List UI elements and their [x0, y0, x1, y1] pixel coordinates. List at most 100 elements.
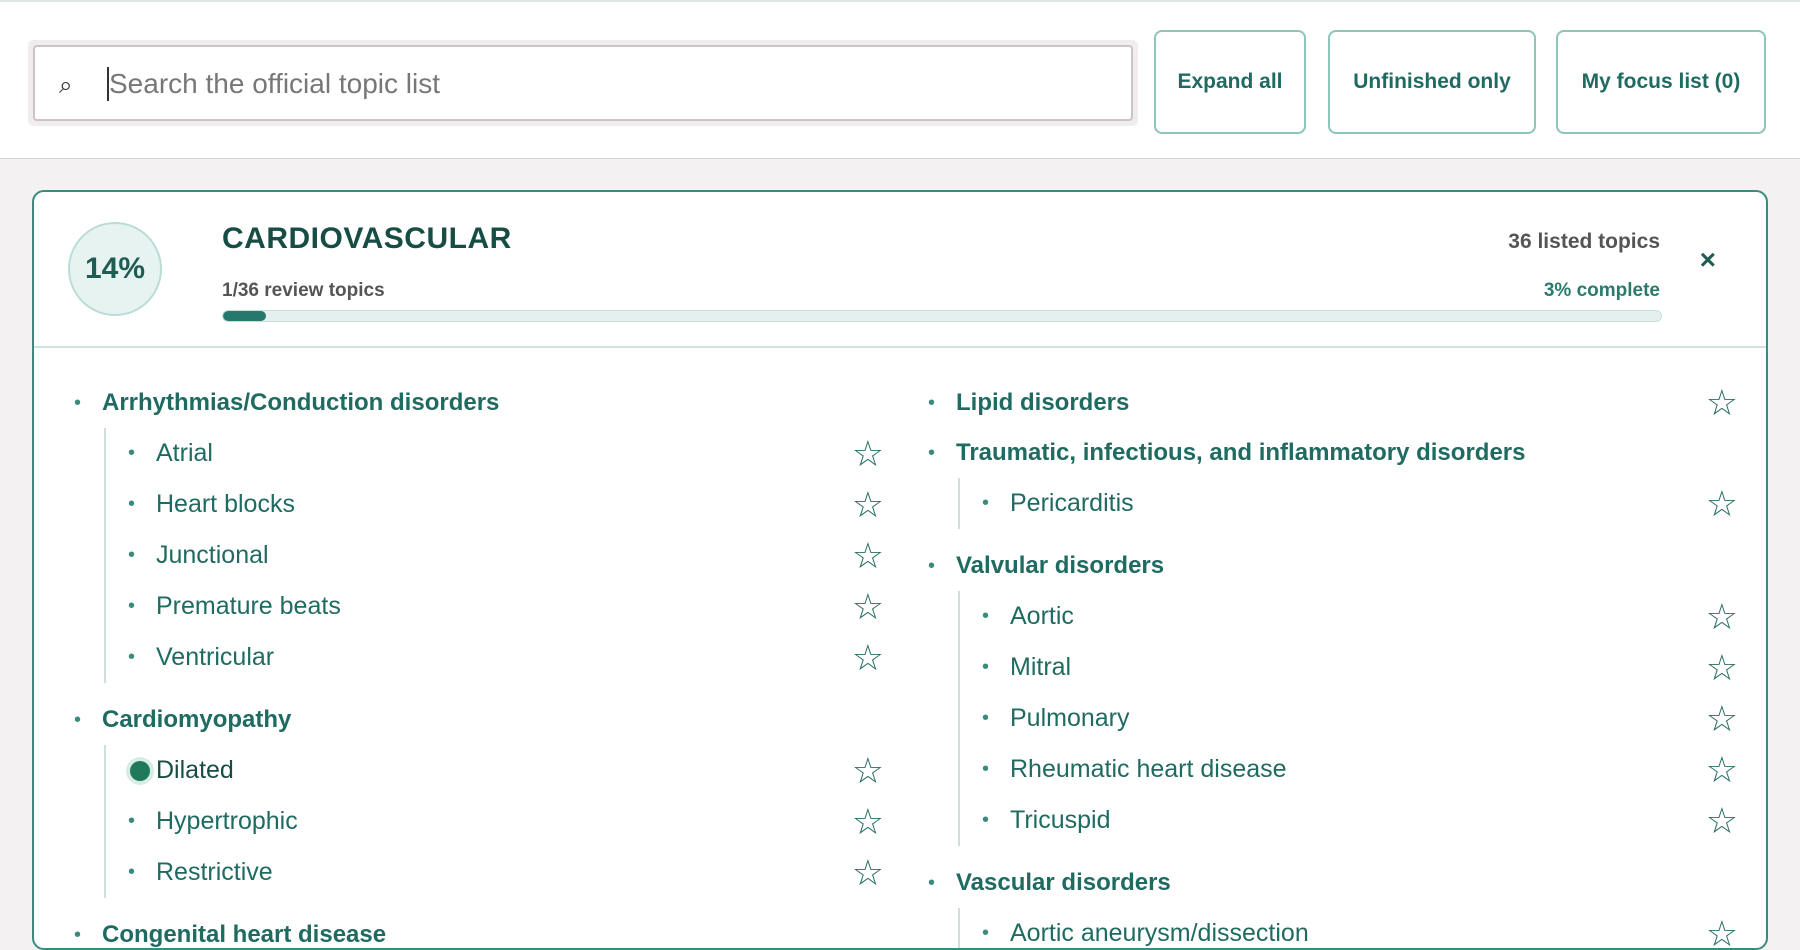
expand-all-button[interactable]: Expand all [1154, 30, 1306, 134]
bullet: • [128, 810, 156, 833]
bullet: • [128, 861, 156, 884]
bullet: • [128, 595, 156, 618]
bullet: • [128, 544, 156, 567]
subtopic-label: Heart blocks [156, 490, 295, 519]
bullet: • [982, 922, 1010, 945]
subtopic-mitral[interactable]: •Mitral ☆ [960, 642, 1758, 693]
subtopic-list: •Aortic☆•Mitral☆•Pulmonary☆•Rheumatic he… [958, 591, 1758, 846]
category-cardiomyopathy[interactable]: •Cardiomyopathy [74, 695, 904, 745]
section-header[interactable]: 14% CARDIOVASCULAR 1/36 review topics 36… [34, 192, 1766, 348]
subtopic-aortic-aneurysm-dissection[interactable]: •Aortic aneurysm/dissection ☆ [960, 908, 1758, 950]
bullet: • [74, 709, 102, 732]
star-icon[interactable]: ☆ [852, 804, 884, 840]
category-label: Vascular disorders [956, 869, 1171, 897]
bullet: • [982, 656, 1010, 679]
subtopic-label: Hypertrophic [156, 807, 298, 836]
section-title: CARDIOVASCULAR [222, 222, 512, 256]
subtopic-label: Dilated [156, 756, 234, 785]
subtopic-label: Aortic aneurysm/dissection [1010, 919, 1309, 948]
bullet: • [982, 809, 1010, 832]
complete-percent: 3% complete [1544, 280, 1660, 302]
subtopic-hypertrophic[interactable]: •Hypertrophic ☆ [106, 796, 904, 847]
bullet: • [982, 492, 1010, 515]
section-card: 14% CARDIOVASCULAR 1/36 review topics 36… [32, 190, 1768, 950]
subtopic-label: Mitral [1010, 653, 1071, 682]
subtopic-restrictive[interactable]: •Restrictive ☆ [106, 847, 904, 898]
bullet: • [928, 555, 956, 578]
bullet: • [982, 605, 1010, 628]
bullet: • [74, 924, 102, 947]
search-icon: ⌕ [59, 71, 72, 99]
bullet: • [928, 392, 956, 415]
star-icon[interactable]: ☆ [1706, 752, 1738, 788]
bullet: • [128, 442, 156, 465]
subtopic-label: Rheumatic heart disease [1010, 755, 1287, 784]
star-icon[interactable]: ☆ [852, 753, 884, 789]
star-icon[interactable]: ☆ [1706, 803, 1738, 839]
subtopic-label: Restrictive [156, 858, 273, 887]
category-arrhythmias-conduction-disorders[interactable]: •Arrhythmias/Conduction disorders [74, 378, 904, 428]
subtopic-label: Atrial [156, 439, 213, 468]
progress-bar-fill [223, 311, 266, 321]
star-icon[interactable]: ☆ [852, 640, 884, 676]
progress-bar [222, 310, 1662, 322]
subtopic-list: •Pericarditis ☆ [958, 478, 1758, 529]
subtopic-heart-blocks[interactable]: •Heart blocks ☆ [106, 479, 904, 530]
star-icon[interactable]: ☆ [1706, 385, 1738, 421]
review-count: 1/36 review topics [222, 280, 385, 302]
subtopic-label: Aortic [1010, 602, 1074, 631]
subtopic-label: Junctional [156, 541, 269, 570]
subtopic-atrial[interactable]: •Atrial ☆ [106, 428, 904, 479]
category-valvular-disorders[interactable]: •Valvular disorders [928, 541, 1758, 591]
star-icon[interactable]: ☆ [852, 487, 884, 523]
subtopic-pulmonary[interactable]: •Pulmonary ☆ [960, 693, 1758, 744]
completed-dot-icon [130, 761, 150, 781]
star-icon[interactable]: ☆ [1706, 701, 1738, 737]
category-label: Traumatic, infectious, and inflammatory … [956, 439, 1525, 467]
star-icon[interactable]: ☆ [1706, 486, 1738, 522]
listed-topics-count: 36 listed topics [1508, 230, 1660, 254]
focus-list-button[interactable]: My focus list (0) [1556, 30, 1766, 134]
category-label: Lipid disorders [956, 389, 1129, 417]
search-input[interactable] [109, 59, 1109, 109]
star-icon[interactable]: ☆ [852, 538, 884, 574]
star-icon[interactable]: ☆ [1706, 916, 1738, 950]
subtopic-label: Pulmonary [1010, 704, 1130, 733]
star-icon[interactable]: ☆ [852, 436, 884, 472]
close-icon[interactable]: × [1700, 244, 1716, 276]
subtopic-tricuspid[interactable]: •Tricuspid ☆ [960, 795, 1758, 846]
bullet: • [128, 493, 156, 516]
star-icon[interactable]: ☆ [852, 589, 884, 625]
bullet: • [982, 758, 1010, 781]
topic-column-left: •Arrhythmias/Conduction disorders•Atrial… [74, 378, 904, 950]
category-lipid-disorders[interactable]: •Lipid disorders ☆ [928, 378, 1758, 428]
star-icon[interactable]: ☆ [1706, 650, 1738, 686]
subtopic-rheumatic-heart-disease[interactable]: •Rheumatic heart disease ☆ [960, 744, 1758, 795]
progress-percent-badge: 14% [68, 222, 162, 316]
subtopic-dilated[interactable]: Dilated ☆ [106, 745, 904, 796]
subtopic-label: Pericarditis [1010, 489, 1134, 518]
category-vascular-disorders[interactable]: •Vascular disorders [928, 858, 1758, 908]
bullet: • [74, 392, 102, 415]
category-label: Congenital heart disease [102, 921, 386, 949]
subtopic-premature-beats[interactable]: •Premature beats☆ [106, 581, 904, 632]
star-icon[interactable]: ☆ [1706, 599, 1738, 635]
bullet: • [928, 872, 956, 895]
subtopic-ventricular[interactable]: •Ventricular☆ [106, 632, 904, 683]
star-icon[interactable]: ☆ [852, 855, 884, 891]
unfinished-only-button[interactable]: Unfinished only [1328, 30, 1536, 134]
search-container: ⌕ [28, 40, 1138, 126]
subtopic-list: •Aortic aneurysm/dissection ☆ [958, 908, 1758, 950]
topic-column-right: •Lipid disorders☆•Traumatic, infectious,… [928, 378, 1758, 950]
subtopic-label: Tricuspid [1010, 806, 1111, 835]
search-box[interactable]: ⌕ [33, 45, 1133, 121]
category-traumatic-infectious-and-inflammatory-disorders[interactable]: •Traumatic, infectious, and inflammatory… [928, 428, 1758, 478]
category-label: Arrhythmias/Conduction disorders [102, 389, 499, 417]
category-congenital-heart-disease[interactable]: •Congenital heart disease [74, 910, 904, 950]
subtopic-aortic[interactable]: •Aortic ☆ [960, 591, 1758, 642]
subtopic-pericarditis[interactable]: •Pericarditis ☆ [960, 478, 1758, 529]
bullet: • [982, 707, 1010, 730]
top-toolbar: ⌕ Expand all Unfinished only My focus li… [0, 0, 1800, 159]
category-label: Valvular disorders [956, 552, 1164, 580]
subtopic-junctional[interactable]: •Junctional ☆ [106, 530, 904, 581]
